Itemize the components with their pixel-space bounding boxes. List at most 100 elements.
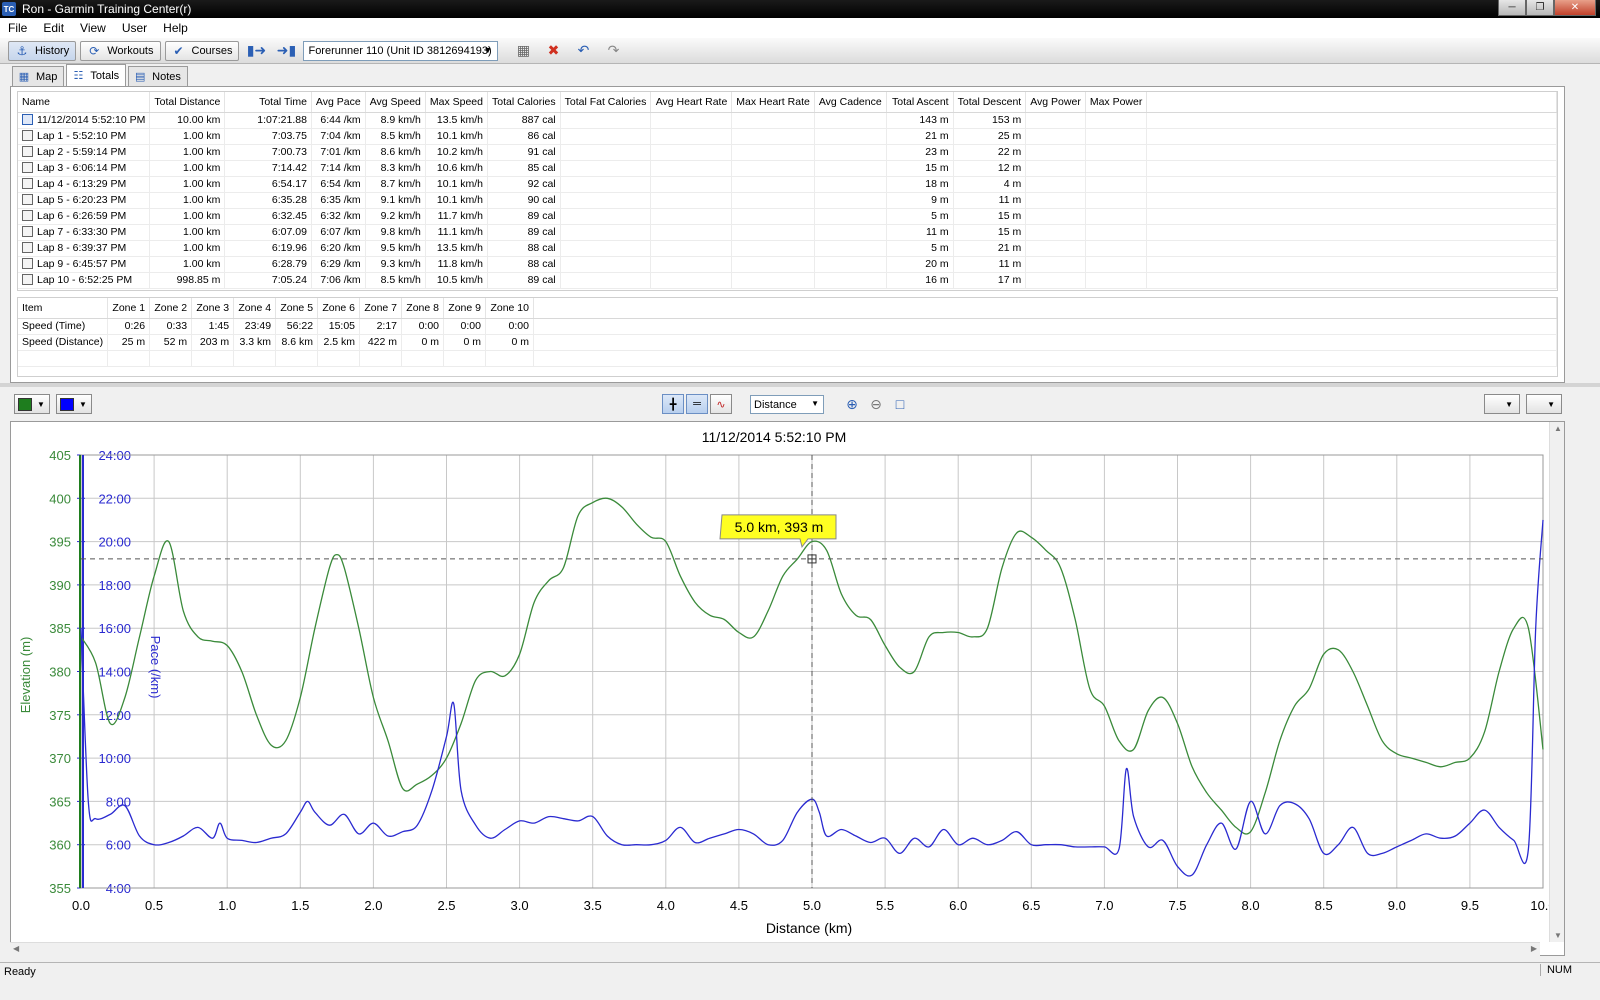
table-row[interactable]: Lap 6 - 6:26:59 PM 1.00 km 6:32.45 6:32 /km… <box>18 208 1557 225</box>
chart-horizontal-scrollbar[interactable]: ◀ ▶ <box>10 942 1540 956</box>
table-cell: 7:14.42 <box>224 160 312 177</box>
table-cell: 1.00 km <box>149 128 226 145</box>
history-button[interactable]: ⚓ History <box>8 40 77 61</box>
menu-view[interactable]: View <box>72 21 114 35</box>
crosshair-view-button[interactable]: ╋ <box>662 394 684 414</box>
scroll-right-icon[interactable]: ▶ <box>1531 944 1537 953</box>
tab-notes[interactable]: ▤ Notes <box>128 66 188 86</box>
menu-edit[interactable]: Edit <box>35 21 72 35</box>
receive-from-device-icon[interactable]: ➜▮ <box>273 41 299 61</box>
redo-icon[interactable]: ↷ <box>600 41 626 61</box>
device-select[interactable]: Forerunner 110 (Unit ID 3812694193) ▼ <box>303 40 499 61</box>
courses-button[interactable]: ✔ Courses <box>164 40 240 61</box>
table-cell <box>1085 224 1148 241</box>
send-to-device-icon[interactable]: ▮➜ <box>243 41 269 61</box>
table-cell: 6:44 /km <box>311 112 366 129</box>
menu-bar: File Edit View User Help <box>0 18 1600 38</box>
panel-splitter[interactable] <box>0 383 1600 387</box>
x-tick-label: 2.5 <box>437 898 455 913</box>
chart-panel[interactable]: 0.0 0.5 1.0 1.5 2.0 2.5 3.0 3.5 4.0 4.5 5.0 5.5 6.0 6… <box>10 421 1565 956</box>
chart-vertical-scrollbar[interactable]: ▲ ▼ <box>1549 422 1564 942</box>
zones-column-header[interactable]: Zone 10 <box>485 298 534 319</box>
zones-column-header[interactable]: Zone 8 <box>401 298 444 319</box>
zones-column-header[interactable]: Item <box>18 298 109 319</box>
x-tick-label: 7.5 <box>1168 898 1186 913</box>
elevation-pace-chart[interactable]: 0.0 0.5 1.0 1.5 2.0 2.5 3.0 3.5 4.0 4.5 5.0 5.5 6.0 6… <box>11 422 1565 956</box>
chart-option-dropdown-1[interactable]: ▼ <box>1484 394 1520 414</box>
menu-help[interactable]: Help <box>155 21 196 35</box>
laps-column-header[interactable]: Avg Pace <box>311 92 366 113</box>
maximize-button[interactable]: ❐ <box>1526 0 1554 16</box>
pace-color-button[interactable]: ▼ <box>56 394 92 414</box>
table-cell <box>1085 144 1148 161</box>
delete-icon[interactable]: ✖ <box>540 41 566 61</box>
zoom-in-icon[interactable]: ⊕ <box>842 394 862 414</box>
table-cell: 6:07 /km <box>311 224 366 241</box>
zones-column-header[interactable]: Zone 4 <box>233 298 277 319</box>
table-cell-filler <box>1146 112 1557 129</box>
zones-column-header[interactable]: Zone 5 <box>275 298 319 319</box>
laps-column-header[interactable]: Total Fat Calories <box>560 92 652 113</box>
table-cell: 203 m <box>191 334 235 351</box>
x-tick-label: 3.0 <box>511 898 529 913</box>
zones-column-header[interactable]: Zone 1 <box>107 298 151 319</box>
workouts-button[interactable]: ⟳ Workouts <box>80 40 161 61</box>
table-row[interactable]: Lap 5 - 6:20:23 PM 1.00 km 6:35.28 6:35 /km… <box>18 192 1557 209</box>
chevron-down-icon: ▼ <box>1547 399 1555 409</box>
table-cell <box>814 256 887 273</box>
zones-column-header[interactable]: Zone 2 <box>149 298 193 319</box>
tab-totals[interactable]: ☷ Totals <box>66 64 127 86</box>
zones-column-header[interactable]: Zone 7 <box>359 298 403 319</box>
zones-column-header[interactable]: Zone 3 <box>191 298 235 319</box>
menu-user[interactable]: User <box>114 21 155 35</box>
lap-icon <box>22 226 33 237</box>
close-button[interactable]: ✕ <box>1554 0 1596 16</box>
zoom-fit-icon[interactable]: □ <box>890 394 910 414</box>
table-row[interactable]: Speed (Distance) 25 m 52 m 203 m 3.3 km 8.6 k… <box>18 334 1557 351</box>
laps-column-header[interactable]: Total Ascent <box>886 92 954 113</box>
table-row[interactable]: Lap 4 - 6:13:29 PM 1.00 km 6:54.17 6:54 /km… <box>18 176 1557 193</box>
table-row[interactable]: Lap 8 - 6:39:37 PM 1.00 km 6:19.96 6:20 /km… <box>18 240 1557 257</box>
horizontal-view-button[interactable]: ═ <box>686 394 708 414</box>
table-cell: 1:07:21.88 <box>224 112 312 129</box>
zoom-out-icon[interactable]: ⊖ <box>866 394 886 414</box>
zones-column-header[interactable]: Zone 9 <box>443 298 486 319</box>
import-icon[interactable]: ▦ <box>510 41 536 61</box>
menu-file[interactable]: File <box>0 21 35 35</box>
table-row[interactable]: Speed (Time) 0:26 0:33 1:45 23:49 56:22 15:05 2… <box>18 318 1557 335</box>
laps-column-header[interactable]: Avg Speed <box>365 92 426 113</box>
laps-column-header[interactable]: Avg Power <box>1025 92 1086 113</box>
laps-column-header[interactable]: Max Heart Rate <box>731 92 815 113</box>
table-cell: 0 m <box>401 334 444 351</box>
laps-column-header[interactable]: Name <box>18 92 151 113</box>
chart-option-dropdown-2[interactable]: ▼ <box>1526 394 1562 414</box>
laps-column-header[interactable]: Max Speed <box>425 92 489 113</box>
table-row[interactable]: Lap 7 - 6:33:30 PM 1.00 km 6:07.09 6:07 /km… <box>18 224 1557 241</box>
laps-column-header[interactable]: Total Distance <box>149 92 226 113</box>
minimize-button[interactable]: ─ <box>1498 0 1526 16</box>
laps-column-header[interactable]: Avg Heart Rate <box>650 92 733 113</box>
table-cell: 6:07.09 <box>224 224 312 241</box>
zones-column-header[interactable]: Zone 6 <box>317 298 361 319</box>
table-row[interactable]: Lap 9 - 6:45:57 PM 1.00 km 6:28.79 6:29 /km… <box>18 256 1557 273</box>
laps-column-header[interactable]: Max Power <box>1085 92 1148 113</box>
scroll-up-icon[interactable]: ▲ <box>1554 424 1562 433</box>
laps-column-header[interactable]: Total Time <box>224 92 312 113</box>
elevation-color-button[interactable]: ▼ <box>14 394 50 414</box>
scroll-down-icon[interactable]: ▼ <box>1554 931 1562 940</box>
x-axis-select[interactable]: Distance ▼ <box>750 395 824 414</box>
table-row[interactable]: Lap 3 - 6:06:14 PM 1.00 km 7:14.42 7:14 /km… <box>18 160 1557 177</box>
laps-column-header[interactable]: Avg Cadence <box>814 92 887 113</box>
tab-map[interactable]: ▦ Map <box>12 66 65 86</box>
graph-view-button[interactable]: ∿ <box>710 394 732 414</box>
table-cell <box>814 160 887 177</box>
table-row[interactable]: Lap 2 - 5:59:14 PM 1.00 km 7:00.73 7:01 /km… <box>18 144 1557 161</box>
table-cell <box>1025 256 1086 273</box>
undo-icon[interactable]: ↶ <box>570 41 596 61</box>
laps-column-header[interactable]: Total Descent <box>953 92 1027 113</box>
table-row[interactable]: Lap 10 - 6:52:25 PM 998.85 m 7:05.24 7:06 /… <box>18 272 1557 289</box>
laps-column-header[interactable]: Total Calories <box>487 92 561 113</box>
table-row[interactable]: 11/12/2014 5:52:10 PM 10.00 km 1:07:21.88 6… <box>18 112 1557 129</box>
table-row[interactable]: Lap 1 - 5:52:10 PM 1.00 km 7:03.75 7:04 /km… <box>18 128 1557 145</box>
scroll-left-icon[interactable]: ◀ <box>13 944 19 953</box>
